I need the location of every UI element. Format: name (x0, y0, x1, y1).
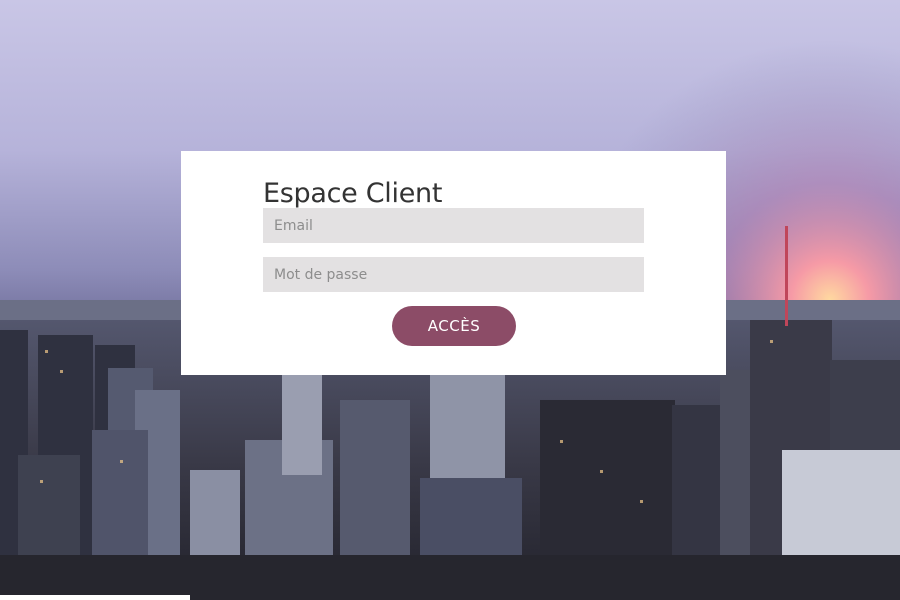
page-title: Espace Client (263, 178, 443, 209)
login-card: Espace Client ACCÈS (181, 151, 726, 375)
access-button[interactable]: ACCÈS (392, 306, 516, 346)
password-field[interactable] (263, 257, 644, 292)
email-field[interactable] (263, 208, 644, 243)
